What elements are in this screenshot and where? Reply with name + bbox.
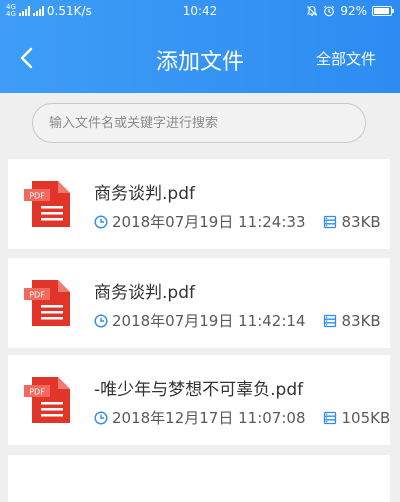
app-header: 4G 4G 0.51K/s 10:42 92% 添加文件 全部文件 [0, 0, 400, 93]
search-bar [0, 93, 400, 155]
status-bar: 4G 4G 0.51K/s 10:42 92% [0, 0, 400, 24]
back-button[interactable] [14, 44, 42, 72]
file-name: 商务谈判.pdf [94, 184, 195, 204]
all-files-button[interactable]: 全部文件 [316, 48, 376, 69]
clock-icon [94, 410, 108, 425]
battery-percent: 92% [340, 4, 367, 18]
pdf-file-icon: PDF [24, 377, 70, 423]
alarm-icon [324, 5, 335, 17]
nav-bar: 添加文件 全部文件 [0, 24, 400, 93]
pdf-label: PDF [29, 291, 45, 300]
pdf-file-icon: PDF [24, 280, 70, 326]
storage-icon [324, 314, 337, 327]
file-item[interactable]: PDF 商务谈判.pdf 2018年07月19日 11:24:33 83KB [8, 159, 390, 249]
file-name: -唯少年与梦想不可辜负.pdf [94, 380, 304, 400]
file-datetime: 2018年12月17日 11:07:08 [112, 409, 306, 427]
file-size: 83KB [341, 212, 381, 231]
storage-icon [324, 411, 337, 424]
pdf-label: PDF [29, 388, 45, 397]
file-datetime: 2018年07月19日 11:42:14 [112, 312, 306, 330]
file-item[interactable]: PDF 商务谈判.pdf 2018年07月19日 11:42:14 83KB [8, 258, 390, 348]
file-datetime: 2018年07月19日 11:24:33 [112, 213, 306, 231]
battery-icon [372, 6, 394, 16]
chevron-left-icon [20, 47, 33, 69]
storage-icon [324, 215, 337, 228]
clock-icon [94, 313, 108, 328]
search-input[interactable] [32, 103, 366, 143]
file-size: 83KB [341, 311, 381, 330]
file-item[interactable]: PDF -唯少年与梦想不可辜负.pdf 2018年12月17日 11:07:08… [8, 355, 390, 445]
file-name: 商务谈判.pdf [94, 283, 195, 303]
file-item-partial[interactable] [8, 455, 390, 502]
pdf-file-icon: PDF [24, 181, 70, 227]
mute-bell-icon [307, 5, 318, 16]
pdf-label: PDF [29, 192, 45, 201]
clock-icon [94, 214, 108, 229]
file-size: 105KB [341, 408, 391, 427]
